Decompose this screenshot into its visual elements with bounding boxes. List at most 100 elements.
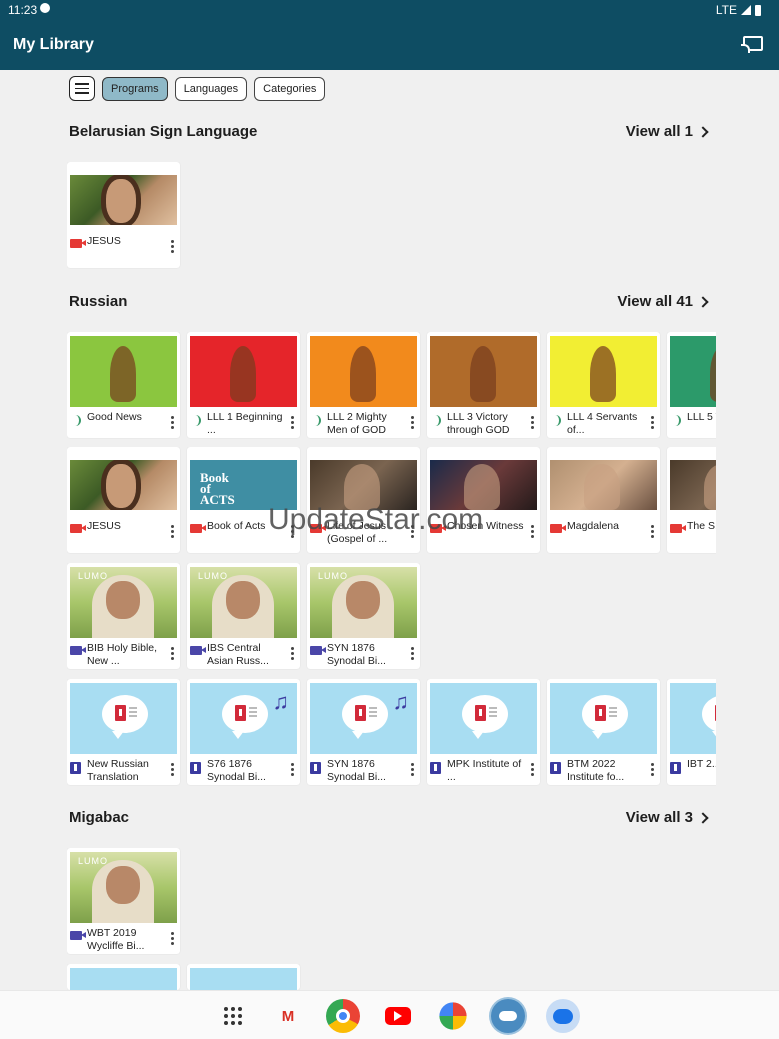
more-options-icon[interactable]	[407, 411, 417, 440]
program-card[interactable]: LLL 5 Trial	[667, 332, 716, 438]
video-icon	[70, 646, 86, 655]
more-options-icon[interactable]	[287, 758, 297, 787]
program-title: LLL 3 Victory through GOD	[447, 411, 510, 436]
audio-icon	[550, 415, 561, 426]
program-thumbnail	[310, 336, 417, 407]
program-card[interactable]: JESUS	[67, 162, 180, 268]
program-card[interactable]: MPK Institute of ...	[427, 679, 540, 785]
program-card[interactable]: Good News	[67, 332, 180, 438]
more-options-icon[interactable]	[407, 642, 417, 671]
video-icon	[70, 931, 86, 940]
program-title: SYN 1876 Synodal Bi...	[327, 758, 386, 783]
more-options-icon[interactable]	[287, 411, 297, 440]
program-thumbnail	[430, 683, 537, 754]
more-options-icon[interactable]	[407, 758, 417, 787]
program-card[interactable]: BTM 2022 Institute fo...	[547, 679, 660, 785]
section-title-russian: Russian	[69, 293, 128, 310]
cast-icon[interactable]	[741, 36, 763, 53]
program-card[interactable]: LLL 4 Servants of...	[547, 332, 660, 438]
section-title-migabac: Migabac	[69, 809, 130, 826]
program-card[interactable]: Life of Jesus (Gospel of ...	[307, 447, 420, 553]
program-title: LLL 2 Mighty Men of GOD	[327, 411, 387, 436]
card-row: LUMO BIB Holy Bible, New ... LUMO IBS Centr…	[67, 563, 716, 671]
program-card[interactable]: LUMO IBS Central Asian Russ...	[187, 563, 300, 669]
program-card[interactable]: LUMO WBT 2019 Wycliffe Bi...	[67, 848, 180, 954]
more-options-icon[interactable]	[647, 411, 657, 440]
watermark: UpdateStar.com	[268, 503, 484, 536]
program-card[interactable]: LLL 2 Mighty Men of GOD	[307, 332, 420, 438]
program-thumbnail	[550, 460, 657, 510]
program-title: LLL 4 Servants of...	[567, 411, 638, 436]
more-options-icon[interactable]	[167, 411, 177, 440]
more-options-icon[interactable]	[527, 758, 537, 787]
status-time: 11:23	[8, 3, 38, 17]
more-options-icon[interactable]	[167, 235, 177, 265]
program-title: JESUS	[87, 520, 121, 532]
more-options-icon[interactable]	[287, 642, 297, 671]
program-card-partial[interactable]	[187, 964, 300, 990]
messages-icon[interactable]	[546, 999, 580, 1033]
bible-book-icon	[190, 762, 201, 774]
program-card[interactable]: Magdalena	[547, 447, 660, 553]
program-title: BIB Holy Bible, New ...	[87, 642, 158, 667]
more-options-icon[interactable]	[527, 411, 537, 440]
view-all-migabac[interactable]: View all 3	[626, 809, 709, 826]
video-icon	[70, 524, 86, 533]
program-card[interactable]: ♫ S76 1876 Synodal Bi...	[187, 679, 300, 785]
more-options-icon[interactable]	[167, 642, 177, 671]
more-options-icon[interactable]	[167, 520, 177, 550]
gmail-icon[interactable]: M	[271, 999, 305, 1033]
more-options-icon[interactable]	[647, 520, 657, 550]
program-title: WBT 2019 Wycliffe Bi...	[87, 927, 145, 952]
program-card[interactable]: LUMO SYN 1876 Synodal Bi...	[307, 563, 420, 669]
program-card[interactable]: New Russian Translation	[67, 679, 180, 785]
video-icon	[550, 524, 566, 533]
status-indicators: LTE	[716, 3, 761, 17]
more-options-icon[interactable]	[647, 758, 657, 787]
app-grid-icon[interactable]	[216, 999, 250, 1033]
card-row: LUMO WBT 2019 Wycliffe Bi...	[67, 848, 716, 956]
chevron-right-icon	[697, 125, 709, 138]
program-card[interactable]: LLL 3 Victory through GOD	[427, 332, 540, 438]
program-thumbnail	[190, 336, 297, 407]
program-thumbnail: ♫	[310, 683, 417, 754]
chip-languages[interactable]: Languages	[174, 76, 248, 101]
chip-categories[interactable]: Categories	[254, 76, 326, 101]
page-title: My Library	[13, 36, 94, 53]
program-title: SYN 1876 Synodal Bi...	[327, 642, 386, 667]
program-card[interactable]: The S... of Je...	[667, 447, 716, 553]
section-title-belarusian: Belarusian Sign Language	[69, 123, 258, 140]
view-all-russian[interactable]: View all 41	[617, 293, 709, 310]
program-card[interactable]: JESUS	[67, 447, 180, 553]
program-card[interactable]: LLL 1 Beginning ...	[187, 332, 300, 438]
program-card[interactable]: LUMO BIB Holy Bible, New ...	[67, 563, 180, 669]
chip-programs[interactable]: Programs	[102, 76, 168, 101]
photos-icon[interactable]	[439, 1002, 467, 1030]
program-title: The S... of Je...	[687, 520, 716, 532]
filter-settings-icon[interactable]	[69, 76, 95, 101]
program-thumbnail	[70, 460, 177, 510]
view-all-label: View all 41	[617, 293, 693, 310]
program-card[interactable]: ♫ SYN 1876 Synodal Bi...	[307, 679, 420, 785]
card-row: JESUS	[67, 162, 716, 270]
view-all-belarusian[interactable]: View all 1	[626, 123, 709, 140]
bible-book-icon	[430, 762, 441, 774]
more-options-icon[interactable]	[527, 520, 537, 550]
bible-book-icon	[70, 762, 81, 774]
program-card[interactable]: Chosen Witness	[427, 447, 540, 553]
more-options-icon[interactable]	[167, 927, 177, 956]
chrome-icon[interactable]	[326, 999, 360, 1033]
sign-language-app-icon[interactable]	[491, 999, 525, 1033]
card-row: New Russian Translation ♫ S76 1876 Synodal…	[67, 679, 716, 787]
program-thumbnail	[70, 336, 177, 407]
program-title: MPK Institute of ...	[447, 758, 522, 783]
program-title: IBT 2... Instit...	[687, 758, 716, 770]
program-card[interactable]: IBT 2... Instit...	[667, 679, 716, 785]
youtube-icon[interactable]	[381, 999, 415, 1033]
program-thumbnail	[70, 968, 177, 990]
more-options-icon[interactable]	[167, 758, 177, 787]
audio-icon	[190, 415, 201, 426]
program-card[interactable]: Book of ACTS Book of Acts	[187, 447, 300, 553]
video-icon	[190, 524, 206, 533]
program-card-partial[interactable]	[67, 964, 180, 990]
